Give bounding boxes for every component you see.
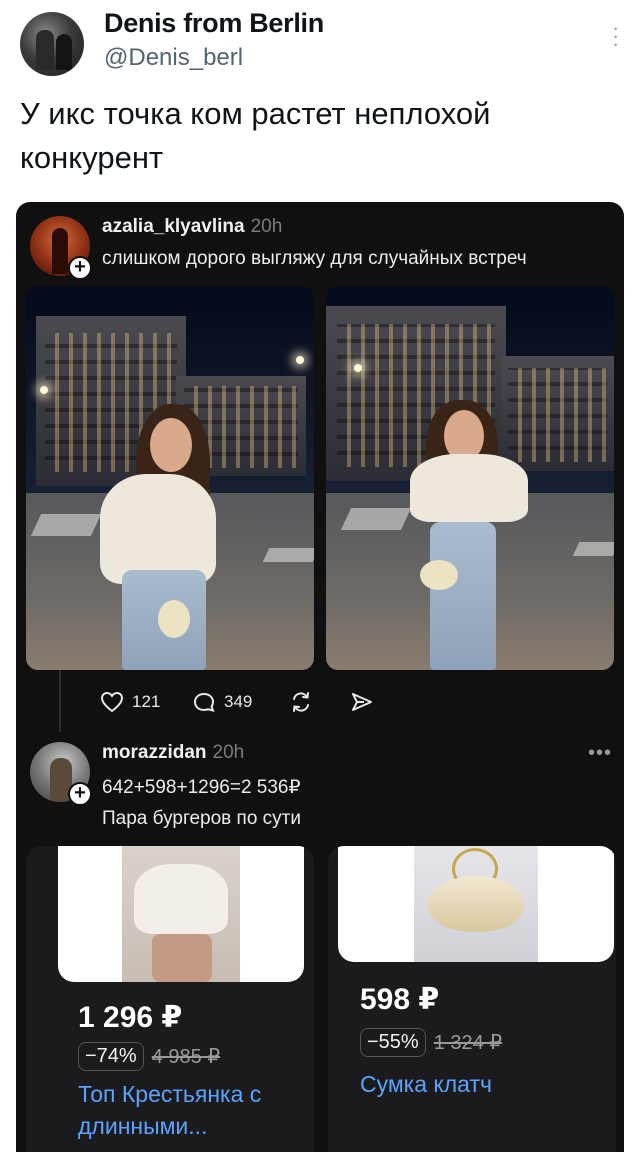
- post1-username[interactable]: azalia_klyavlina 20h: [102, 216, 282, 238]
- more-horizontal-icon[interactable]: •••: [588, 742, 612, 765]
- plus-icon[interactable]: +: [68, 256, 92, 280]
- like-button[interactable]: 121: [100, 688, 160, 716]
- product-card-2[interactable]: 598 ₽ −55% 1 324 ₽ Сумка клатч: [328, 846, 616, 1152]
- post2-line1: 642+598+1296=2 536₽: [102, 777, 301, 798]
- product-name[interactable]: Топ Крестьянка с длинными...: [78, 1078, 298, 1142]
- author-name[interactable]: Denis from Berlin: [104, 8, 324, 39]
- post1-time: 20h: [250, 216, 283, 237]
- old-price: 4 985 ₽: [151, 1046, 221, 1068]
- product-price: 1 296 ₽: [78, 1001, 183, 1034]
- product-price: 598 ₽: [360, 983, 440, 1016]
- post2-username[interactable]: morazzidan 20h: [102, 742, 244, 764]
- product-discount-row: −74% 4 985 ₽: [78, 1042, 220, 1071]
- more-vertical-icon[interactable]: · · ·: [612, 17, 619, 55]
- product-image-2[interactable]: [338, 846, 614, 962]
- thread-line: [59, 670, 61, 732]
- share-button[interactable]: [350, 688, 374, 716]
- product-name[interactable]: Сумка клатч: [360, 1068, 600, 1100]
- send-icon: [352, 693, 372, 711]
- post1-photo-2[interactable]: [326, 286, 614, 670]
- product-discount-row: −55% 1 324 ₽: [360, 1028, 502, 1057]
- like-count: 121: [132, 692, 161, 711]
- product-card-1[interactable]: 1 296 ₽ −74% 4 985 ₽ Топ Крестьянка с дл…: [26, 846, 314, 1152]
- post2-time: 20h: [212, 742, 245, 763]
- embedded-screenshot[interactable]: + azalia_klyavlina 20h слишком дорого выг…: [16, 202, 624, 1152]
- plus-icon[interactable]: +: [68, 782, 92, 806]
- discount-badge: −74%: [78, 1042, 144, 1071]
- comment-button[interactable]: 349: [192, 688, 252, 716]
- repost-button[interactable]: [288, 688, 314, 716]
- comment-count: 349: [224, 692, 253, 711]
- comment-bubble-icon: [193, 692, 215, 712]
- post2-line2: Пара бургеров по сути: [102, 808, 301, 829]
- post1-photo-1[interactable]: [26, 286, 314, 670]
- old-price: 1 324 ₽: [433, 1032, 503, 1054]
- product-image-1[interactable]: [58, 846, 304, 982]
- author-avatar[interactable]: [20, 12, 84, 76]
- tweet-text: У икс точка ком растет неплохой конкурен…: [20, 96, 491, 175]
- author-handle[interactable]: @Denis_berl: [104, 44, 243, 72]
- heart-icon: [100, 691, 124, 713]
- post1-text: слишком дорого выгляжу для случайных вст…: [102, 248, 527, 269]
- discount-badge: −55%: [360, 1028, 426, 1057]
- repost-icon: [293, 692, 309, 712]
